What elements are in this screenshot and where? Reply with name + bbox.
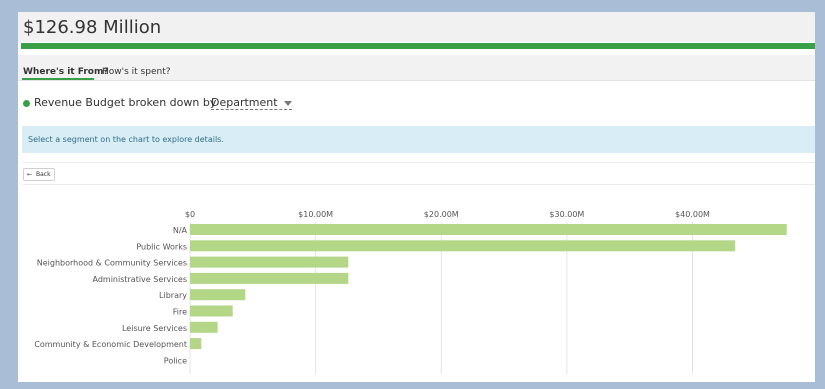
category-label: Neighborhood & Community Services [37, 259, 187, 268]
bar-segment[interactable] [190, 338, 202, 350]
revenue-bar-chart: $0 $10.00M $20.00M $30.00M $40.00M N/A Public … [34, 210, 787, 374]
x-tick-label: $0 [185, 210, 195, 219]
bar-segment[interactable] [190, 224, 787, 235]
x-tick-label: $20.00M [424, 210, 459, 219]
x-tick-label: $10.00M [298, 210, 333, 219]
x-tick-label: $30.00M [549, 210, 584, 219]
bar-segment[interactable] [190, 256, 349, 268]
category-label: Leisure Services [122, 324, 187, 333]
category-label: Library [159, 291, 187, 300]
bar-segment[interactable] [190, 321, 218, 333]
category-label: N/A [173, 226, 188, 235]
category-label: Administrative Services [92, 275, 187, 284]
bar-segment[interactable] [190, 305, 233, 317]
category-label: Police [164, 356, 187, 365]
category-label: Community & Economic Development [34, 340, 187, 349]
category-label: Fire [173, 308, 187, 317]
category-label: Public Works [136, 242, 187, 251]
bar-segment[interactable] [190, 289, 246, 301]
dashboard-frame: $126.98 Million Where's it From? How's i… [18, 12, 815, 382]
bar-segment[interactable] [190, 240, 736, 252]
x-tick-label: $40.00M [675, 210, 710, 219]
bar-segment[interactable] [190, 272, 349, 284]
